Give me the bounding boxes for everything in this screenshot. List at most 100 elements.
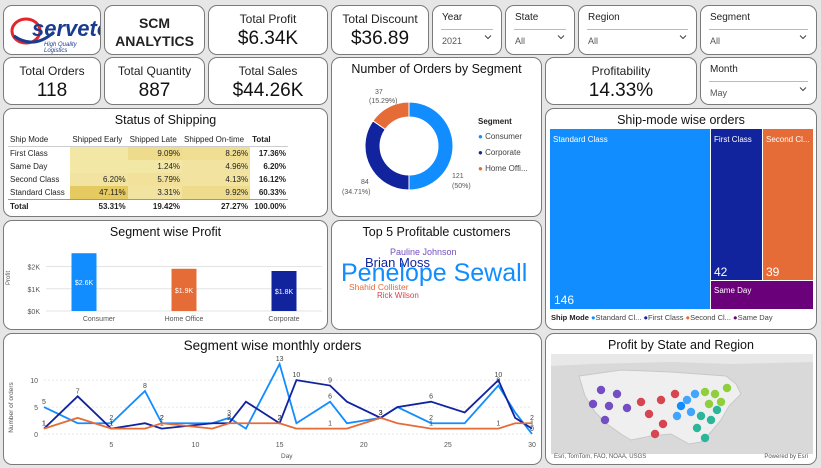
x-tick-label: 30 <box>528 442 536 449</box>
slicer-divider <box>441 29 493 30</box>
table-cell: 9.09% <box>127 146 183 160</box>
kpi-total-discount: Total Discount $36.89 <box>331 5 429 55</box>
legend-item-consumer[interactable]: ● Consumer <box>478 132 522 141</box>
chevron-down-icon[interactable] <box>799 85 807 93</box>
app-title-line1: SCM <box>138 15 171 31</box>
slicer-divider <box>709 81 808 82</box>
word-rick-wilson[interactable]: Rick Wilson <box>377 291 419 300</box>
monthly-orders-line-chart: 10505 10 15 20 25 30528231363290171 12 21093610… <box>30 356 536 449</box>
map-attribution: Esri, TomTom, FAO, NOAA, USGS <box>554 454 647 460</box>
slicer-region[interactable]: Region All <box>578 5 697 55</box>
legend-title: Ship Mode <box>551 313 589 322</box>
line-data-label: 10 <box>494 372 502 379</box>
status-of-shipping-card: Status of Shipping Ship Mode Shipped Ear… <box>3 108 328 217</box>
kpi-label: Total Sales <box>238 64 298 78</box>
table-cell: 60.33% <box>258 188 286 197</box>
kpi-label: Total Discount <box>342 12 418 26</box>
column-header[interactable]: Total <box>250 133 288 147</box>
state-dropdown[interactable]: All <box>515 36 525 46</box>
table-header-row: Ship Mode Shipped Early Shipped Late Shi… <box>8 133 288 147</box>
kpi-value: 14.33% <box>588 80 654 101</box>
table-row: First Class 9.09% 8.26% 17.36% <box>8 146 288 160</box>
legend-item-corporate[interactable]: ● Corporate <box>478 148 521 157</box>
ship-mode-orders-card: Ship-mode wise orders Standard Class 146… <box>545 108 817 330</box>
legend-label: Corporate <box>485 148 521 157</box>
bar-value-label: $1.8K <box>275 289 294 296</box>
legend-item[interactable]: ●Second Cl... <box>686 313 731 322</box>
chevron-down-icon[interactable] <box>679 33 687 41</box>
kpi-label: Total Orders <box>19 64 85 78</box>
kpi-label: Profitability <box>591 64 651 78</box>
line-data-label: 3 <box>379 410 383 417</box>
table-cell: 1.24% <box>127 160 183 173</box>
line-data-label: 9 <box>328 378 332 385</box>
table-cell <box>70 146 128 160</box>
table-row: Standard Class 47.11% 3.31% 9.92% 60.33% <box>8 186 288 200</box>
slicer-segment[interactable]: Segment All <box>700 5 817 55</box>
treemap-tile-standard-class[interactable]: Standard Class 146 <box>550 129 710 309</box>
tile-label: Same Day <box>714 286 752 295</box>
data-label: 84 <box>361 179 369 186</box>
series-line <box>43 378 533 430</box>
y-tick-label: $1K <box>28 287 41 294</box>
brand-name: serveto <box>32 16 100 41</box>
line-data-label: 13 <box>276 356 284 363</box>
treemap-tile-first-class[interactable]: First Class 42 <box>711 129 762 280</box>
slicer-divider <box>514 29 566 30</box>
table-cell: 8.26% <box>182 146 251 160</box>
table-cell: 17.36% <box>258 149 286 158</box>
legend-item[interactable]: ●First Class <box>644 313 684 322</box>
treemap-tile-same-day[interactable]: Same Day <box>711 281 813 309</box>
segment-dropdown[interactable]: All <box>710 36 720 46</box>
slicer-year[interactable]: Year 2021 <box>432 5 502 55</box>
tile-label: First Class <box>714 135 752 144</box>
chevron-down-icon[interactable] <box>799 33 807 41</box>
map-area[interactable] <box>551 354 813 454</box>
legend-item[interactable]: ●Same Day <box>733 313 773 322</box>
table-cell: Same Day <box>10 162 48 171</box>
slicer-label: Month <box>710 64 738 75</box>
legend-item-home-office[interactable]: ● Home Offi... <box>478 164 528 173</box>
legend-label: Second Cl... <box>690 313 731 322</box>
column-header[interactable]: Shipped Early <box>70 133 128 147</box>
slicer-state[interactable]: State All <box>505 5 575 55</box>
legend-label: Same Day <box>737 313 773 322</box>
line-data-label: 2 <box>530 415 534 422</box>
column-header[interactable]: Shipped On-time <box>182 133 251 147</box>
legend-dot: ● <box>478 164 483 173</box>
legend-label: First Class <box>648 313 684 322</box>
x-tick-label: 10 <box>192 442 200 449</box>
bar-value-label: $1.9K <box>175 288 194 295</box>
line-data-label: 2 <box>160 415 164 422</box>
treemap-legend: Ship Mode ●Standard Cl... ●First Class ●… <box>551 313 773 322</box>
tile-value: 42 <box>714 265 728 279</box>
table-cell: 6.20% <box>263 162 286 171</box>
month-dropdown[interactable]: May <box>710 88 727 98</box>
column-header[interactable]: Ship Mode <box>8 133 71 147</box>
slicer-month[interactable]: Month May <box>700 57 817 105</box>
top-customers-card: Top 5 Profitable customers Pauline Johns… <box>331 220 542 330</box>
kpi-value: $44.26K <box>232 80 304 101</box>
treemap-tile-second-class[interactable]: Second Cl... 39 <box>763 129 813 280</box>
tile-label: Second Cl... <box>766 135 810 144</box>
year-dropdown[interactable]: 2021 <box>442 36 462 46</box>
table-cell: 19.42% <box>127 199 183 213</box>
chevron-down-icon[interactable] <box>557 33 565 41</box>
column-header[interactable]: Shipped Late <box>127 133 183 147</box>
y-tick-label: 10 <box>30 378 38 385</box>
legend-item[interactable]: ●Standard Cl... <box>591 313 641 322</box>
line-data-label: 1 <box>42 421 46 428</box>
region-dropdown[interactable]: All <box>588 36 598 46</box>
data-label: (15.29%) <box>369 98 398 105</box>
profit-map-card: Profit by State and Region Esri, TomTom,… <box>545 333 817 465</box>
data-label: (34.71%) <box>342 189 371 196</box>
kpi-profitability: Profitability 14.33% <box>545 57 697 105</box>
app-title-card: SCM ANALYTICS <box>104 5 205 55</box>
y-tick-label: $0K <box>28 309 41 316</box>
line-data-label: 7 <box>76 388 80 395</box>
slicer-label: Region <box>588 12 620 23</box>
chevron-down-icon[interactable] <box>484 33 492 41</box>
profit-bar-chart: $2K $1K $0K $2.6K Consumer $1.9K Home Office $1… <box>28 253 322 323</box>
chart-title: Top 5 Profitable customers <box>362 225 511 239</box>
legend-dot: ● <box>478 132 483 141</box>
